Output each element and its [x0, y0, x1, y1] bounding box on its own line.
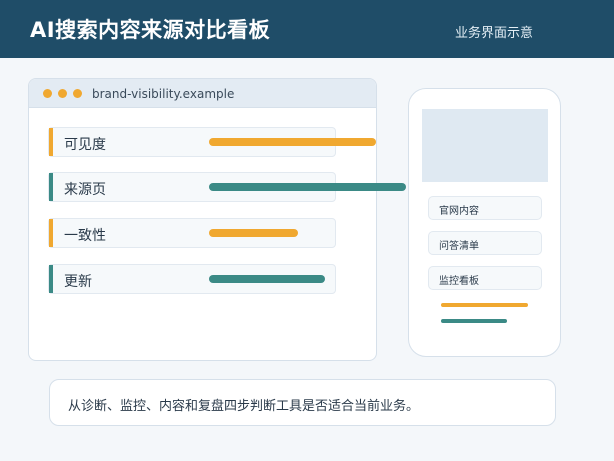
mobile-item-label: 问答清单	[439, 241, 479, 252]
metric-label: 一致性	[64, 228, 106, 244]
metric-bar-source-pages	[209, 183, 406, 191]
mobile-progress-bar	[441, 303, 528, 307]
mobile-preview: 官网内容 问答清单 监控看板	[408, 88, 561, 357]
metric-accent	[49, 265, 53, 293]
mobile-item-official-content[interactable]: 官网内容	[428, 196, 542, 220]
header-bar: AI搜索内容来源对比看板 业务界面示意	[0, 0, 614, 58]
browser-url[interactable]: brand-visibility.example	[92, 87, 234, 101]
mobile-item-qa-list[interactable]: 问答清单	[428, 231, 542, 255]
window-dot-icon[interactable]	[73, 89, 82, 98]
mobile-progress-bar	[441, 319, 507, 323]
metric-bar-visibility	[209, 138, 376, 146]
mobile-hero-image	[422, 109, 548, 182]
metric-accent	[49, 219, 53, 247]
mobile-item-label: 官网内容	[439, 206, 479, 217]
window-dot-icon[interactable]	[43, 89, 52, 98]
metric-label: 更新	[64, 274, 92, 290]
metric-accent	[49, 128, 53, 156]
metric-bar-consistency	[209, 229, 298, 237]
browser-toolbar: brand-visibility.example	[29, 79, 376, 108]
metric-accent	[49, 173, 53, 201]
metric-label: 来源页	[64, 182, 106, 198]
mobile-item-monitor-board[interactable]: 监控看板	[428, 266, 542, 290]
mobile-item-label: 监控看板	[439, 276, 479, 287]
page-subtitle: 业务界面示意	[455, 26, 534, 41]
summary-note-text: 从诊断、监控、内容和复盘四步判断工具是否适合当前业务。	[68, 399, 420, 414]
metric-bar-updates	[209, 275, 325, 283]
page-title: AI搜索内容来源对比看板	[30, 18, 271, 42]
summary-note: 从诊断、监控、内容和复盘四步判断工具是否适合当前业务。	[49, 379, 556, 426]
metric-label: 可见度	[64, 137, 106, 153]
window-dot-icon[interactable]	[58, 89, 67, 98]
